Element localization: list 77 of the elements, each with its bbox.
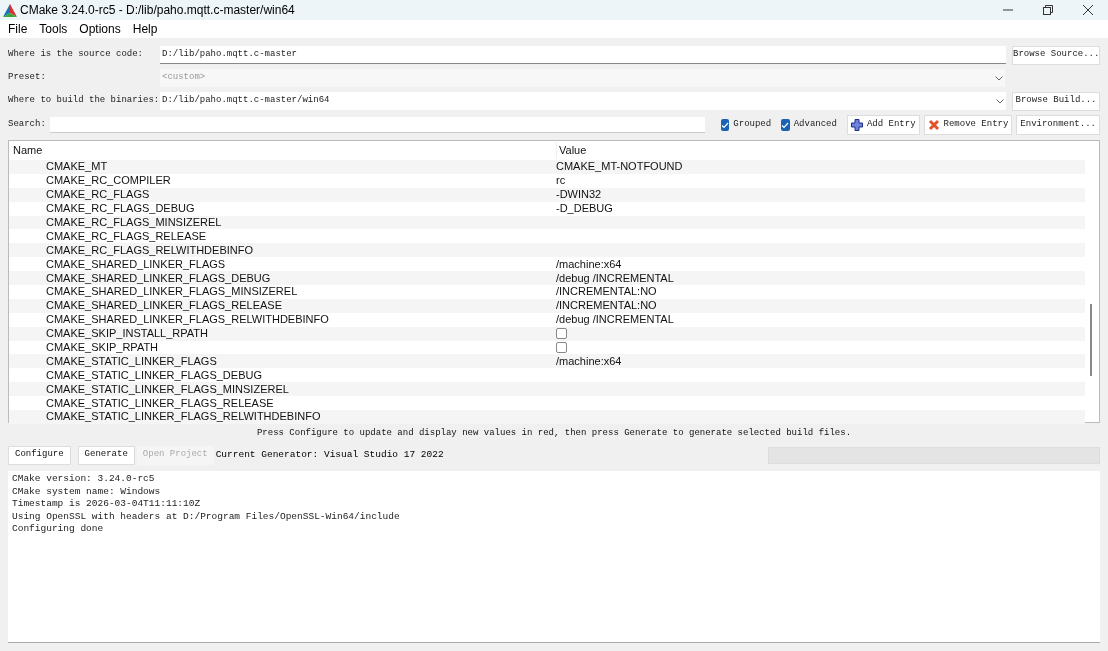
toolbar-button[interactable]: Remove Entry — [923, 115, 1013, 135]
field-label: Where is the source code: — [8, 48, 145, 62]
close-icon — [1083, 5, 1093, 15]
table-cell-text: CMAKE_MT — [45, 160, 109, 174]
field-label: Search: — [8, 118, 46, 132]
table-cell-text: CMAKE_SHARED_LINKER_FLAGS_DEBUG — [45, 271, 272, 285]
table-cell: /INCREMENTAL:NO — [556, 299, 657, 313]
field-label: Where to build the binaries: — [8, 94, 160, 108]
column-header[interactable]: Value — [556, 142, 587, 159]
table-cell-text: CMAKE_RC_FLAGS_RELEASE — [45, 229, 208, 243]
menu-item[interactable]: Options — [73, 20, 127, 38]
toolbar-button[interactable]: Add Entry — [846, 115, 920, 135]
table-cell: rc — [556, 174, 566, 188]
table-cell-text: CMAKE_RC_FLAGS_MINSIZEREL — [45, 216, 223, 229]
checkbox[interactable] — [556, 342, 567, 353]
window-title: CMake 3.24.0-rc5 - D:/lib/paho.mqtt.c-master/win64 — [20, 2, 295, 19]
restore-icon — [1043, 5, 1053, 15]
table-row[interactable]: CMAKE_STATIC_LINKER_FLAGS /machine:x64 — [9, 354, 1085, 369]
source-path-field[interactable]: D:/lib/paho.mqtt.c-master — [160, 46, 1006, 64]
table-row[interactable]: CMAKE_RC_FLAGS_RELWITHDEBINFO — [9, 243, 1085, 258]
table-cell-text: CMAKE_STATIC_LINKER_FLAGS — [45, 354, 218, 368]
table-cell-text: CMAKE_RC_FLAGS_DEBUG — [45, 202, 196, 216]
chevron-down-icon — [996, 98, 1004, 104]
menu-item[interactable]: Tools — [33, 20, 74, 38]
menu-item[interactable]: Help — [126, 20, 164, 38]
generator-label: Current Generator: Visual Studio 17 2022 — [215, 447, 444, 462]
field-label: Preset: — [8, 71, 47, 85]
log-line: CMake version: 3.24.0-rc5 — [12, 473, 156, 486]
table-cell: -D_DEBUG — [556, 202, 613, 216]
table-cell: CMAKE_MT-NOTFOUND — [556, 160, 683, 174]
toolbar-button[interactable]: Environment... — [1016, 115, 1100, 135]
action-button[interactable]: Generate — [77, 445, 135, 465]
table-cell-text: CMAKE_SKIP_RPATH — [45, 341, 160, 354]
table-cell-text: CMAKE_RC_FLAGS — [45, 188, 151, 202]
table-cell: /machine:x64 — [556, 257, 622, 271]
browse-source-button[interactable]: Browse Source... — [1012, 45, 1100, 65]
table-cell-text: CMAKE_STATIC_LINKER_FLAGS_RELEASE — [45, 396, 275, 410]
table-row[interactable]: CMAKE_STATIC_LINKER_FLAGS_MINSIZEREL — [9, 382, 1085, 397]
table-row[interactable]: CMAKE_STATIC_LINKER_FLAGS_RELWITHDEBINFO — [9, 410, 1085, 424]
table-cell-text: CMAKE_RC_FLAGS_RELWITHDEBINFO — [45, 243, 254, 257]
scrollbar-thumb[interactable] — [1090, 304, 1092, 376]
checkbox-label: Grouped — [733, 118, 772, 132]
table-cell-text: CMAKE_RC_COMPILER — [45, 174, 172, 188]
triangle-logo-icon — [3, 3, 17, 17]
table-cell: /debug /INCREMENTAL — [556, 313, 674, 327]
build-path-dropdown[interactable]: D:/lib/paho.mqtt.c-master/win64 — [160, 92, 1006, 110]
plus-icon — [850, 119, 863, 131]
column-header[interactable]: Name — [9, 142, 556, 159]
table-cell-text: CMAKE_SKIP_INSTALL_RPATH — [45, 327, 209, 341]
menu-item[interactable]: File — [2, 20, 34, 38]
table-cell: /machine:x64 — [556, 354, 622, 368]
table-cell-text: CMAKE_SHARED_LINKER_FLAGS_MINSIZEREL — [45, 285, 299, 299]
table-row[interactable]: CMAKE_SHARED_LINKER_FLAGS_DEBUG /debug /INCREMENTAL — [9, 271, 1085, 285]
checkbox[interactable] — [781, 119, 790, 131]
log-line: CMake system name: Windows — [12, 485, 162, 498]
table-cell: /INCREMENTAL:NO — [556, 285, 657, 299]
table-cell-text: CMAKE_STATIC_LINKER_FLAGS_RELWITHDEBINFO — [45, 410, 322, 424]
table-row[interactable]: CMAKE_MT CMAKE_MT-NOTFOUND — [9, 160, 1085, 174]
log-line: Timestamp is 2026-03-04T11:11:10Z — [12, 498, 202, 511]
table-cell-text: CMAKE_STATIC_LINKER_FLAGS_MINSIZEREL — [45, 382, 290, 396]
x-icon — [927, 119, 940, 131]
table-cell-text: CMAKE_SHARED_LINKER_FLAGS — [45, 257, 227, 271]
table-cell-text: CMAKE_SHARED_LINKER_FLAGS_RELWITHDEBINFO — [45, 313, 330, 327]
checkbox[interactable] — [720, 119, 730, 131]
checkbox-label: Advanced — [793, 118, 837, 132]
log-line: Using OpenSSL with headers at D:/Program Files/OpenSSL-Win64/include — [12, 510, 401, 523]
table-cell: /debug /INCREMENTAL — [556, 271, 674, 285]
checkbox[interactable] — [556, 328, 567, 340]
action-button[interactable]: Configure — [8, 445, 71, 465]
search-field[interactable] — [49, 117, 705, 133]
hint-text: Press Configure to update and display new values in red, then press Generate to generate selected build files. — [256, 428, 852, 438]
table-cell-text: CMAKE_SHARED_LINKER_FLAGS_RELEASE — [45, 299, 283, 313]
table-cell: -DWIN32 — [556, 188, 602, 202]
browse-build-button[interactable]: Browse Build... — [1012, 91, 1100, 111]
chevron-down-icon — [995, 75, 1003, 81]
log-line: Configuring done — [12, 523, 105, 536]
table-cell-text: CMAKE_STATIC_LINKER_FLAGS_DEBUG — [45, 368, 263, 382]
